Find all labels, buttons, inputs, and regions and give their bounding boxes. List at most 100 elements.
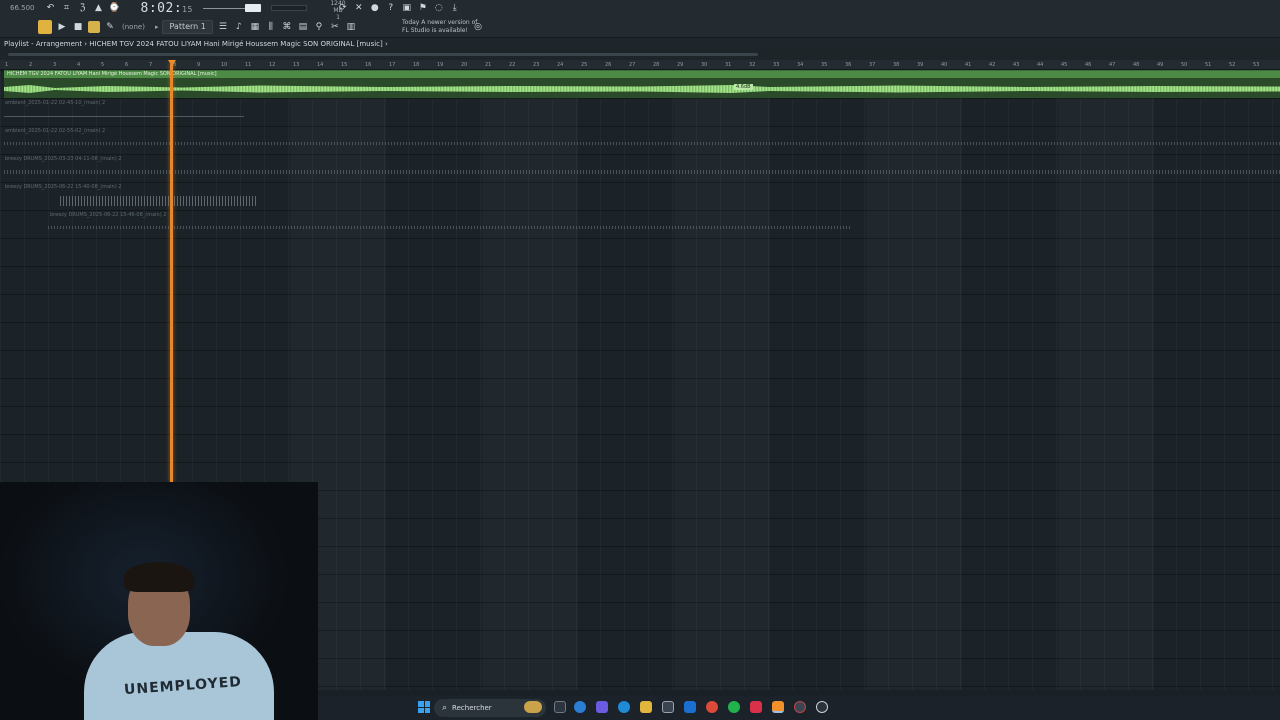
clip-label-2[interactable]: ambient_2025-01-22 02-55-02_(main) 2 <box>5 128 105 134</box>
ruler-tick: 42 <box>989 62 996 68</box>
pattern-selector[interactable]: Pattern 1 <box>162 20 213 34</box>
fl-studio-icon[interactable] <box>772 701 784 713</box>
ruler-tick: 17 <box>389 62 396 68</box>
ruler-tick: 38 <box>893 62 900 68</box>
note-icon[interactable]: ▥ <box>343 20 359 34</box>
wait-input-icon[interactable]: ⌚ <box>107 1 123 15</box>
tools-icon[interactable]: ✕ <box>351 1 367 15</box>
mic-icon[interactable]: ● <box>367 1 383 15</box>
clip-wave-1 <box>4 116 244 117</box>
webcam-overlay: UNEMPLOYED <box>0 482 318 720</box>
download-icon[interactable]: ⤓ <box>447 1 463 15</box>
clip-title: HICHEM TGV 2024 FATOU LIYAM Hani Mirigé … <box>4 71 1280 78</box>
globe-icon[interactable]: ◎ <box>470 20 486 34</box>
stop-icon[interactable]: ■ <box>70 20 86 34</box>
clip-label-3[interactable]: breezy DRUMS_2025-03-23 04-11-08_(main) … <box>5 156 121 162</box>
bar-shade <box>482 70 578 690</box>
channel-rack-icon[interactable]: ▦ <box>247 20 263 34</box>
play-icon[interactable]: ▶ <box>54 20 70 34</box>
playlist-title: Playlist - Arrangement › HICHEM TGV 2024… <box>4 40 388 48</box>
help-icon[interactable]: ? <box>383 1 399 15</box>
ruler-tick: 13 <box>293 62 300 68</box>
mixer-icon[interactable]: ⫼ <box>263 20 279 34</box>
ruler-tick: 19 <box>437 62 444 68</box>
clip-label-5[interactable]: breezy DRUMS_2025-06-22 15-46-08_(main) … <box>50 212 166 218</box>
metronome-icon[interactable]: ▲ <box>91 1 107 15</box>
undo-icon[interactable]: ↶ <box>43 1 59 15</box>
playlist-icon[interactable]: ☰ <box>215 20 231 34</box>
ruler-tick: 15 <box>341 62 348 68</box>
clip-wave-4 <box>60 196 256 206</box>
winrar-icon[interactable] <box>750 701 762 713</box>
touch-keyboard-icon[interactable]: ⚲ <box>311 20 327 34</box>
windows-start-icon[interactable] <box>418 701 430 713</box>
ruler-tick: 6 <box>125 62 129 68</box>
chrome-icon[interactable] <box>706 701 718 713</box>
ruler-tick: 23 <box>533 62 540 68</box>
piano-roll-icon[interactable]: ♪ <box>231 20 247 34</box>
song-time-main: 8:02 <box>140 0 174 16</box>
step-edit-icon[interactable]: ℨ <box>75 1 91 15</box>
ruler-tick: 48 <box>1133 62 1140 68</box>
teams-icon[interactable] <box>596 701 608 713</box>
store-icon[interactable] <box>662 701 674 713</box>
chat-icon[interactable]: ◌ <box>431 1 447 15</box>
main-toolbar: 66.500 ↶ ⌗ ℨ ▲ ⌚ 8:02:15 ⟳ ✕ ● ? ▣ ⚑ ◌ ⤓… <box>0 0 1280 38</box>
script-icon[interactable]: ✂ <box>327 20 343 34</box>
file-explorer-icon[interactable] <box>640 701 652 713</box>
browser-icon[interactable]: ▤ <box>295 20 311 34</box>
horizontal-scrollbar[interactable] <box>0 50 1280 60</box>
ruler-tick: 32 <box>749 62 756 68</box>
recorder-icon[interactable] <box>794 701 806 713</box>
person-body <box>84 632 274 720</box>
ruler-tick: 4 <box>77 62 81 68</box>
song-mode-button[interactable] <box>38 20 52 34</box>
master-pitch-knob[interactable] <box>244 4 261 12</box>
snap-magnet-button[interactable] <box>88 21 100 33</box>
record-mode-icon[interactable]: ⌗ <box>59 1 75 15</box>
bar-shade <box>674 70 770 690</box>
cpu-meter <box>270 5 307 11</box>
brush-icon[interactable]: ✎ <box>102 20 118 34</box>
ruler-tick: 2 <box>29 62 33 68</box>
audio-clip-main[interactable]: HICHEM TGV 2024 FATOU LIYAM Hani Mirigé … <box>4 70 1280 98</box>
task-view-icon[interactable] <box>554 701 566 713</box>
edge-icon[interactable] <box>618 701 630 713</box>
ruler-tick: 7 <box>149 62 153 68</box>
plugin-icon[interactable]: ⚑ <box>415 1 431 15</box>
ruler-tick: 24 <box>557 62 564 68</box>
ruler-tick: 37 <box>869 62 876 68</box>
ruler-tick: 12 <box>269 62 276 68</box>
media-player-icon[interactable] <box>816 701 828 713</box>
ruler-tick: 47 <box>1109 62 1116 68</box>
ruler-tick: 20 <box>461 62 468 68</box>
ruler-tick: 30 <box>701 62 708 68</box>
ruler-tick: 10 <box>221 62 228 68</box>
spotify-icon[interactable] <box>728 701 740 713</box>
ruler-tick: 28 <box>653 62 660 68</box>
ruler-tick: 5 <box>101 62 105 68</box>
save-icon[interactable]: ▣ <box>399 1 415 15</box>
timeline-ruler[interactable]: 1 2 3 4 5 6 7 8 9 10 11 12 13 14 15 16 17 18 19 20 21 22 23 24 2… <box>0 60 1280 70</box>
clip-wave-2 <box>4 142 1280 145</box>
snap-value[interactable]: (none) <box>122 23 145 31</box>
master-volume-slider[interactable] <box>202 7 245 9</box>
ruler-tick: 40 <box>941 62 948 68</box>
pattern-arrow-icon[interactable]: ▸ <box>155 23 159 31</box>
ruler-tick: 18 <box>413 62 420 68</box>
search-placeholder: Rechercher <box>452 704 492 712</box>
scrollbar-thumb[interactable] <box>8 53 758 56</box>
outlook-icon[interactable] <box>684 701 696 713</box>
search-icon: ⌕ <box>442 703 448 713</box>
ruler-tick: 46 <box>1085 62 1092 68</box>
clip-label-4[interactable]: breezy DRUMS_2025-06-22 15-40-08_(main) … <box>5 184 121 190</box>
plugin-picker-icon[interactable]: ⌘ <box>279 20 295 34</box>
widgets-icon[interactable] <box>524 701 542 713</box>
clip-label-1[interactable]: ambient_2025-01-22 02-45-10_(main) 2 <box>5 100 105 106</box>
bar-shade <box>1058 70 1154 690</box>
playhead-line[interactable] <box>170 62 173 482</box>
ruler-tick: 26 <box>605 62 612 68</box>
clip-wave-3 <box>4 170 1280 174</box>
ruler-tick: 41 <box>965 62 972 68</box>
copilot-icon[interactable] <box>574 701 586 713</box>
